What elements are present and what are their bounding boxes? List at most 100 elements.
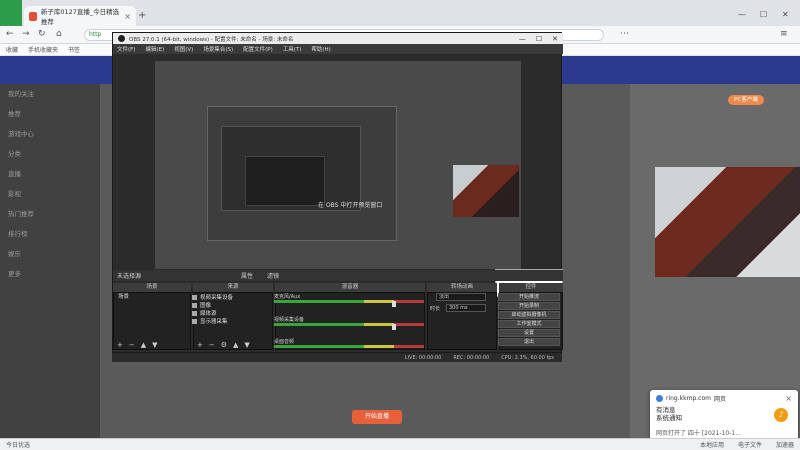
duration-input[interactable]: 300 ms [446, 304, 486, 312]
obs-title: OBS 27.0.1 (64-bit, windows) - 配置文件: 未命名… [129, 36, 294, 43]
menu-edit[interactable]: 编辑(E) [145, 45, 164, 53]
sidebar-item[interactable]: 推荐 [8, 108, 21, 118]
obs-titlebar: OBS 27.0.1 (64-bit, windows) - 配置文件: 未命名… [113, 33, 563, 44]
maximize-icon[interactable]: ☐ [760, 10, 767, 19]
move-up-icon[interactable]: ▲ [233, 341, 238, 349]
menu-profile[interactable]: 配置文件(P) [243, 45, 273, 53]
start-live-button[interactable]: 开始直播 [352, 410, 402, 424]
scene-item[interactable]: 场景 [116, 292, 190, 300]
status-item[interactable]: 加速器 [776, 440, 794, 449]
source-item[interactable]: 显示器采集 [192, 317, 272, 325]
source-label: 显示器采集 [200, 319, 228, 325]
sidebar-item[interactable]: 直播 [8, 168, 21, 178]
sidebar-item[interactable]: 游戏中心 [8, 128, 34, 138]
display-icon [192, 318, 197, 324]
source-item[interactable]: 图像 [192, 301, 272, 309]
settings-button[interactable]: 设置 [498, 329, 560, 337]
sidebar-item[interactable]: 娱乐 [8, 248, 21, 258]
move-down-icon[interactable]: ▼ [152, 341, 157, 349]
audio-meter [274, 323, 424, 326]
tab-title: 新子库0127直播_今日精选推荐 [40, 8, 120, 26]
rec-timer: REC: 00:00:00 [453, 354, 490, 361]
move-up-icon[interactable]: ▲ [141, 341, 146, 349]
webcam-thumbnail [655, 167, 800, 277]
transition-select[interactable]: 淡出 [436, 293, 486, 301]
sources-footer: + − ⚙ ▲ ▼ [193, 340, 273, 350]
menu-file[interactable]: 文件(F) [117, 45, 135, 53]
obs-preview[interactable] [155, 61, 563, 297]
obs-maximize-icon[interactable]: ☐ [536, 35, 542, 43]
notification-body: 系统通知 [656, 414, 682, 422]
remove-source-icon[interactable]: − [209, 341, 215, 349]
remove-scene-icon[interactable]: − [129, 341, 135, 349]
forward-icon[interactable]: → [22, 29, 30, 39]
properties-button[interactable]: 属性 [241, 271, 253, 280]
source-label: 视频采集设备 [200, 295, 234, 301]
tab-close-icon[interactable]: × [124, 12, 131, 21]
volume-slider[interactable] [392, 324, 396, 330]
sidebar-item[interactable]: 排行榜 [8, 228, 28, 238]
mixer-channel: 麦克风/Aux [274, 293, 424, 308]
sidebar-item[interactable]: 我的关注 [8, 88, 34, 98]
sidebar-item[interactable]: 热门推荐 [8, 208, 34, 218]
extensions-icon[interactable]: ⋯ [620, 29, 629, 39]
sidebar-item[interactable]: 分类 [8, 148, 21, 158]
new-tab-icon[interactable]: + [138, 10, 146, 21]
filters-button[interactable]: 滤镜 [267, 271, 279, 280]
no-source-label: 未选择源 [117, 273, 142, 280]
menu-tools[interactable]: 工具(T) [283, 45, 302, 53]
back-icon[interactable]: ← [6, 29, 14, 39]
obs-logo-icon [118, 35, 125, 42]
refresh-icon[interactable]: ↻ [38, 29, 46, 39]
home-icon[interactable]: ⌂ [56, 29, 62, 39]
mixer-label: 麦克风/Aux [274, 294, 301, 300]
menu-icon[interactable]: ≡ [780, 29, 788, 39]
notification-site: ring.kkmp.com [666, 395, 711, 402]
obs-minimize-icon[interactable]: — [519, 35, 526, 43]
source-label: 图像 [200, 303, 212, 309]
bookmark-item[interactable]: 书签 [68, 45, 80, 54]
notification-close-icon[interactable]: × [785, 394, 792, 403]
audio-meter [274, 300, 424, 303]
obs-window: OBS 27.0.1 (64-bit, windows) - 配置文件: 未命名… [112, 32, 563, 362]
add-source-icon[interactable]: + [197, 341, 203, 349]
volume-slider[interactable] [392, 301, 396, 307]
start-recording-button[interactable]: 开始录制 [498, 302, 560, 310]
transitions-header: 转场动画 [427, 283, 497, 292]
source-settings-icon[interactable]: ⚙ [221, 341, 227, 349]
sources-header: 来源 [193, 283, 273, 292]
close-window-icon[interactable]: ✕ [782, 10, 789, 19]
status-item[interactable]: 电子文件 [738, 440, 762, 449]
browser-tab[interactable]: 新子库0127直播_今日精选推荐 × [24, 6, 136, 26]
notification-popup[interactable]: ring.kkmp.com 网页 × 有消息 系统通知 网页打开了 四十 [20… [650, 390, 798, 440]
source-item[interactable]: 视频采集设备 [192, 293, 272, 301]
mixer-channel: 桌面音频 [274, 338, 424, 353]
sidebar-item[interactable]: 影视 [8, 188, 21, 198]
status-item[interactable]: 本地应用 [700, 440, 724, 449]
obs-close-icon[interactable]: ✕ [552, 35, 558, 43]
move-down-icon[interactable]: ▼ [244, 341, 249, 349]
menu-scene-collection[interactable]: 场景集合(S) [203, 45, 233, 53]
exit-button[interactable]: 退出 [498, 338, 560, 346]
bookmark-item[interactable]: 收藏 [6, 45, 18, 54]
pc-client-button[interactable]: PC客户端 [728, 95, 764, 105]
bookmark-item[interactable]: 手机收藏夹 [28, 45, 58, 54]
menu-view[interactable]: 视图(V) [174, 45, 193, 53]
minimize-icon[interactable]: — [738, 10, 746, 19]
studio-mode-button[interactable]: 工作室模式 [498, 320, 560, 328]
controls-header: 控件 [499, 283, 563, 292]
browser-statusbar: 今日优选 本地应用 电子文件 加速器 [0, 438, 800, 450]
add-scene-icon[interactable]: + [117, 341, 123, 349]
site-icon [656, 395, 663, 402]
menu-help[interactable]: 帮助(H) [311, 45, 330, 53]
scenes-footer: + − ▲ ▼ [113, 340, 191, 350]
start-streaming-button[interactable]: 开始推流 [498, 293, 560, 301]
scenes-header: 场景 [113, 283, 191, 292]
sidebar-item[interactable]: 更多 [8, 268, 21, 278]
virtual-camera-button[interactable]: 启动虚拟摄像机 [498, 311, 560, 319]
source-item[interactable]: 媒体源 [192, 309, 272, 317]
cpu-status: CPU: 2.3%, 60.00 fps [501, 354, 554, 361]
mixer-label: 桌面音频 [274, 339, 295, 345]
bell-icon: ♪ [774, 408, 788, 422]
obs-menubar: 文件(F) 编辑(E) 视图(V) 场景集合(S) 配置文件(P) 工具(T) … [113, 44, 563, 54]
